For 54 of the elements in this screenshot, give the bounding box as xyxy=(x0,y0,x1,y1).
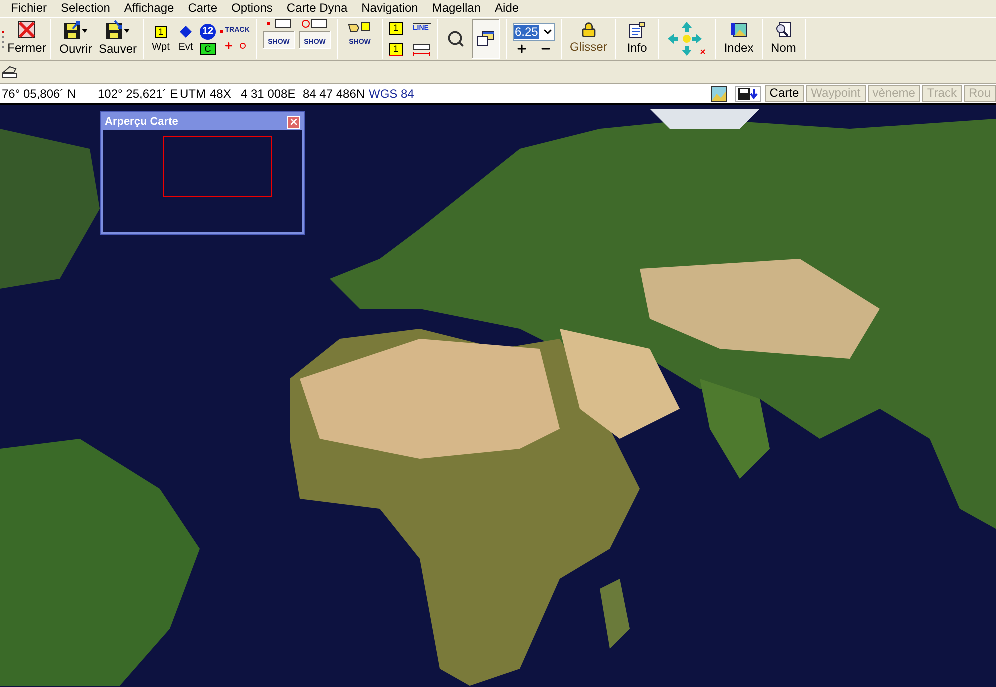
padlock-icon xyxy=(580,22,597,38)
menu-item[interactable]: Navigation xyxy=(354,1,426,16)
ruler-icon[interactable] xyxy=(2,65,18,79)
page-number-icon[interactable]: 1 xyxy=(389,22,403,35)
image-icon[interactable] xyxy=(710,86,727,102)
floppy-disk-icon xyxy=(105,20,131,40)
magnified-document-icon xyxy=(774,22,793,38)
route-number-badge[interactable]: 12 xyxy=(200,24,216,40)
search-icon xyxy=(447,30,465,48)
menu-item[interactable]: Aide xyxy=(488,1,526,16)
menu-item[interactable]: Magellan xyxy=(425,1,488,16)
point-box-icon[interactable] xyxy=(266,19,292,29)
c-marker[interactable]: C xyxy=(200,42,216,54)
menu-item[interactable]: Carte xyxy=(181,1,225,16)
document-icon xyxy=(628,22,646,38)
window-title: Arperçu Carte xyxy=(105,114,178,130)
menu-item[interactable]: Fichier xyxy=(4,1,54,16)
plus-icon[interactable] xyxy=(224,41,234,51)
northing-text: 84 47 486N xyxy=(303,86,366,102)
save-map-icon[interactable] xyxy=(734,86,761,102)
easting-text: 4 31 008E xyxy=(241,86,297,102)
longitude-text: 102° 25,621´ E xyxy=(98,86,180,102)
layer-tab[interactable]: Carte xyxy=(764,85,804,102)
waypoint-marker: 1 xyxy=(155,26,167,38)
zoom-in-icon[interactable] xyxy=(516,43,528,55)
circle-box-icon[interactable] xyxy=(302,19,328,29)
event-button[interactable]: Evt xyxy=(176,26,196,52)
waypoint-button[interactable]: 1 Wpt xyxy=(150,26,172,52)
overview-window-button[interactable] xyxy=(472,19,500,59)
datum-text: WGS 84 xyxy=(369,86,414,102)
measure-icon[interactable] xyxy=(413,44,431,56)
close-button[interactable] xyxy=(287,116,300,128)
menu-item[interactable]: Options xyxy=(224,1,280,16)
save-button[interactable]: Sauver xyxy=(99,19,137,59)
floppy-disk-icon xyxy=(63,20,89,40)
open-button[interactable]: Ouvrir xyxy=(57,19,95,59)
close-file-button[interactable]: Fermer xyxy=(8,19,46,59)
info-button[interactable]: Info xyxy=(620,19,654,59)
menu-item[interactable]: Selection xyxy=(54,1,118,16)
measure-number-icon[interactable]: 1 xyxy=(389,43,403,56)
index-button[interactable]: Index xyxy=(720,19,758,59)
name-button[interactable]: Nom xyxy=(766,19,801,59)
zone-text: 48X xyxy=(210,86,232,102)
picture-index-icon xyxy=(730,22,748,38)
menu-item[interactable]: Affichage xyxy=(117,1,182,16)
menu-item[interactable]: Carte Dyna xyxy=(280,1,355,16)
stacked-windows-icon xyxy=(477,31,495,47)
crossed-frame-icon xyxy=(18,21,36,39)
zoom-dropdown[interactable]: 6.25 xyxy=(513,23,555,41)
pan-button[interactable]: Glisser xyxy=(566,19,612,59)
grid-system-text: UTM xyxy=(180,86,207,102)
close-icon xyxy=(288,117,298,127)
diamond-icon xyxy=(180,26,192,38)
latitude-text: 76° 05,806´ N xyxy=(2,86,78,102)
